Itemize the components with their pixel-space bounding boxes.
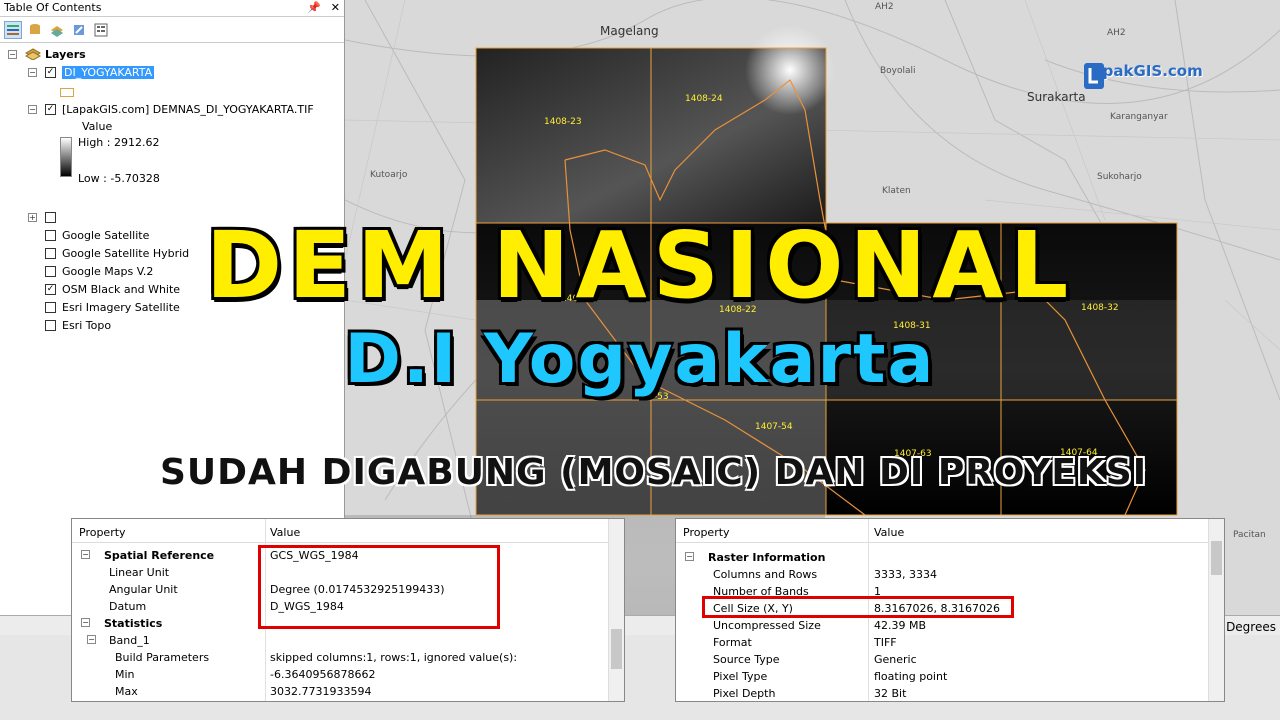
list-by-selection-icon[interactable] (70, 21, 88, 39)
vertical-scrollbar[interactable] (608, 519, 624, 701)
toc-title: Table Of Contents (4, 1, 102, 14)
raster-information-panel: Property Value − Raster Information Colu… (675, 518, 1225, 702)
legend-low: Low : -5.70328 (78, 171, 160, 185)
layer-checkbox[interactable] (45, 265, 56, 277)
toc-title-bar: Table Of Contents 📌 ✕ (0, 0, 344, 17)
col-value: Value (874, 526, 905, 539)
headline-caption: SUDAH DIGABUNG (MOSAIC) DAN DI PROYEKSI (160, 452, 1148, 493)
property-row[interactable]: Uncompressed Size 42.39 MB (676, 617, 1208, 634)
place-label: Pacitan (1233, 530, 1266, 540)
place-label: Karanganyar (1110, 112, 1168, 122)
property-row[interactable]: Pixel Type floating point (676, 668, 1208, 685)
place-label: Surakarta (1027, 90, 1086, 104)
layer-checkbox[interactable] (45, 229, 56, 241)
layer-name: DI_YOGYAKARTA (62, 65, 155, 79)
basemap-item[interactable]: Google Satellite (45, 227, 149, 243)
expand-icon[interactable]: + (28, 212, 37, 222)
property-row[interactable]: − Band_1 (72, 632, 608, 649)
scroll-thumb[interactable] (611, 629, 622, 669)
layer-di-yogyakarta[interactable]: − ✓ DI_YOGYAKARTA (28, 64, 155, 80)
highlight-box (702, 596, 1014, 618)
layers-group[interactable]: − Layers (8, 46, 86, 62)
layer-checkbox[interactable] (45, 247, 56, 259)
headline-subtitle: D.I Yogyakarta (344, 320, 936, 399)
layer-checkbox[interactable] (45, 211, 56, 223)
toc-toolbar (0, 17, 344, 43)
legend-value-label: Value (82, 119, 113, 133)
collapse-icon[interactable]: − (81, 618, 90, 627)
collapse-icon[interactable]: − (685, 552, 694, 561)
property-row[interactable]: Columns and Rows 3333, 3334 (676, 566, 1208, 583)
basemap-label: OSM Black and White (62, 282, 181, 296)
basemap-item[interactable]: Esri Imagery Satellite (45, 299, 180, 315)
road-label: AH2 (1107, 28, 1126, 38)
col-property: Property (683, 526, 730, 539)
headline-title: DEM NASIONAL (205, 212, 1075, 319)
collapse-icon[interactable]: − (28, 67, 37, 77)
basemap-label: Google Maps V.2 (62, 264, 154, 278)
layer-checkbox[interactable]: ✓ (45, 66, 56, 78)
highlight-box (258, 545, 500, 629)
options-icon[interactable] (92, 21, 110, 39)
basemap-item[interactable]: Esri Topo (45, 317, 111, 333)
property-row[interactable]: Format TIFF (676, 634, 1208, 651)
basemap-item[interactable]: ✓ OSM Black and White (45, 281, 180, 297)
basemap-label: Google Satellite (62, 228, 150, 242)
place-label: Magelang (600, 24, 659, 38)
collapse-icon[interactable]: − (8, 49, 17, 59)
panel-header: Property Value (72, 519, 608, 543)
coordinate-units: Degrees (1226, 620, 1276, 634)
tile-label: 1408-24 (685, 94, 723, 104)
polygon-symbol[interactable] (60, 84, 74, 100)
basemap-item[interactable]: Google Satellite Hybrid (45, 245, 189, 261)
elevation-ramp (60, 137, 72, 177)
basemap-label: Esri Topo (62, 318, 112, 332)
col-value: Value (270, 526, 301, 539)
panel-header: Property Value (676, 519, 1208, 543)
layer-checkbox[interactable] (45, 319, 56, 331)
list-by-source-icon[interactable] (26, 21, 44, 39)
col-property: Property (79, 526, 126, 539)
layer-name: [LapakGIS.com] DEMNAS_DI_YOGYAKARTA.TIF (62, 102, 314, 116)
basemap-label: Esri Imagery Satellite (62, 300, 180, 314)
spatial-reference-panel: Property Value − Spatial Reference GCS_W… (71, 518, 625, 702)
list-by-visibility-icon[interactable] (48, 21, 66, 39)
legend-high: High : 2912.62 (78, 135, 160, 149)
tile-label: 1407-54 (755, 422, 793, 432)
collapse-icon[interactable]: − (81, 550, 90, 559)
tile-label: 1408-23 (544, 117, 582, 127)
place-label: Boyolali (880, 66, 916, 76)
lapakgis-logo: LapakGIS.com (1083, 62, 1203, 89)
basemap-item[interactable]: Google Maps V.2 (45, 263, 153, 279)
place-label: Sukoharjo (1097, 172, 1142, 182)
scroll-thumb[interactable] (1211, 541, 1222, 575)
collapse-icon[interactable]: − (28, 104, 37, 114)
layer-checkbox[interactable]: ✓ (45, 103, 56, 115)
layer-checkbox[interactable] (45, 301, 56, 313)
collapse-icon[interactable]: − (87, 635, 96, 644)
polygon-swatch-icon (60, 87, 74, 97)
layer-checkbox[interactable]: ✓ (45, 283, 56, 295)
layer-demnas[interactable]: − ✓ [LapakGIS.com] DEMNAS_DI_YOGYAKARTA.… (28, 101, 314, 117)
property-row[interactable]: Max 3032.7731933594 (72, 683, 608, 700)
property-row[interactable]: Build Parameters skipped columns:1, rows… (72, 649, 608, 666)
layers-label: Layers (45, 47, 86, 61)
close-icon[interactable]: ✕ (331, 1, 340, 15)
property-row[interactable]: Source Type Generic (676, 651, 1208, 668)
list-by-drawing-order-icon[interactable] (4, 21, 22, 39)
basemap-group[interactable]: + (28, 209, 62, 225)
layers-icon (25, 48, 41, 60)
vertical-scrollbar[interactable] (1208, 519, 1224, 701)
property-row[interactable]: Pixel Depth 32 Bit (676, 685, 1208, 701)
place-label: Kutoarjo (370, 170, 408, 180)
road-label: AH2 (875, 2, 894, 12)
place-label: Klaten (882, 186, 911, 196)
logo-icon (1084, 63, 1104, 89)
property-row[interactable]: Min -6.3640956878662 (72, 666, 608, 683)
property-row[interactable]: − Raster Information (676, 549, 1208, 566)
pin-icon[interactable]: 📌 (307, 1, 321, 15)
basemap-label: Google Satellite Hybrid (62, 246, 190, 260)
